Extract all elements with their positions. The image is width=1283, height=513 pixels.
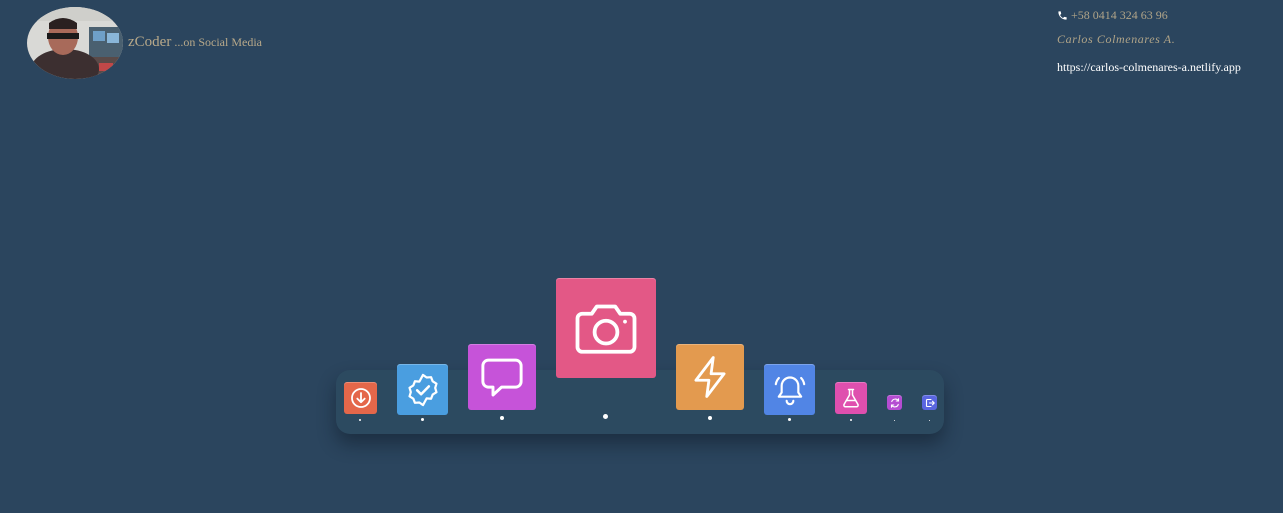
- dock-indicator: [421, 418, 424, 421]
- download-icon: [350, 388, 371, 408]
- dock-indicator: [929, 420, 930, 421]
- avatar-photo: [27, 7, 123, 79]
- dock-indicator: [359, 419, 361, 421]
- brand-title: zCoder ...on Social Media: [128, 33, 262, 51]
- dock-indicator: [708, 416, 712, 420]
- dock-item-logout[interactable]: [922, 395, 937, 410]
- verified-icon: [407, 373, 438, 406]
- brand: zCoder ...on Social Media: [27, 7, 262, 79]
- dock-item-download[interactable]: [344, 382, 377, 414]
- dock-item-bell[interactable]: [764, 364, 815, 415]
- dock-item-flask[interactable]: [835, 382, 867, 414]
- dock-indicator-active: [603, 414, 608, 419]
- logout-icon: [925, 398, 935, 407]
- flask-icon: [843, 388, 859, 408]
- brand-name: zCoder: [128, 34, 172, 50]
- sync-icon: [890, 397, 899, 408]
- phone-number: +58 0414 324 63 96: [1071, 8, 1168, 22]
- brand-tagline: ...on Social Media: [171, 35, 262, 49]
- dock-indicator: [500, 416, 504, 420]
- contact-info: +58 0414 324 63 96 Carlos Colmenares A. …: [1057, 7, 1277, 75]
- contact-name: Carlos Colmenares A.: [1057, 32, 1176, 46]
- dock-item-sync[interactable]: [887, 395, 902, 410]
- avatar: [27, 7, 123, 79]
- dock-item-chat[interactable]: [468, 344, 536, 410]
- dock-item-lightning[interactable]: [676, 344, 744, 410]
- dock-item-camera[interactable]: [556, 278, 656, 378]
- portfolio-link[interactable]: https://carlos-colmenares-a.netlify.app: [1057, 60, 1277, 75]
- chat-icon: [481, 358, 523, 397]
- dock-item-verified[interactable]: [397, 364, 448, 415]
- camera-icon: [575, 304, 637, 354]
- dock-indicator: [894, 420, 895, 421]
- phone-icon: [1058, 10, 1067, 20]
- dock-indicator: [788, 418, 791, 421]
- lightning-icon: [694, 356, 726, 398]
- dock-indicator: [850, 419, 852, 421]
- bell-icon: [774, 375, 805, 405]
- phone-row: +58 0414 324 63 96: [1057, 7, 1277, 23]
